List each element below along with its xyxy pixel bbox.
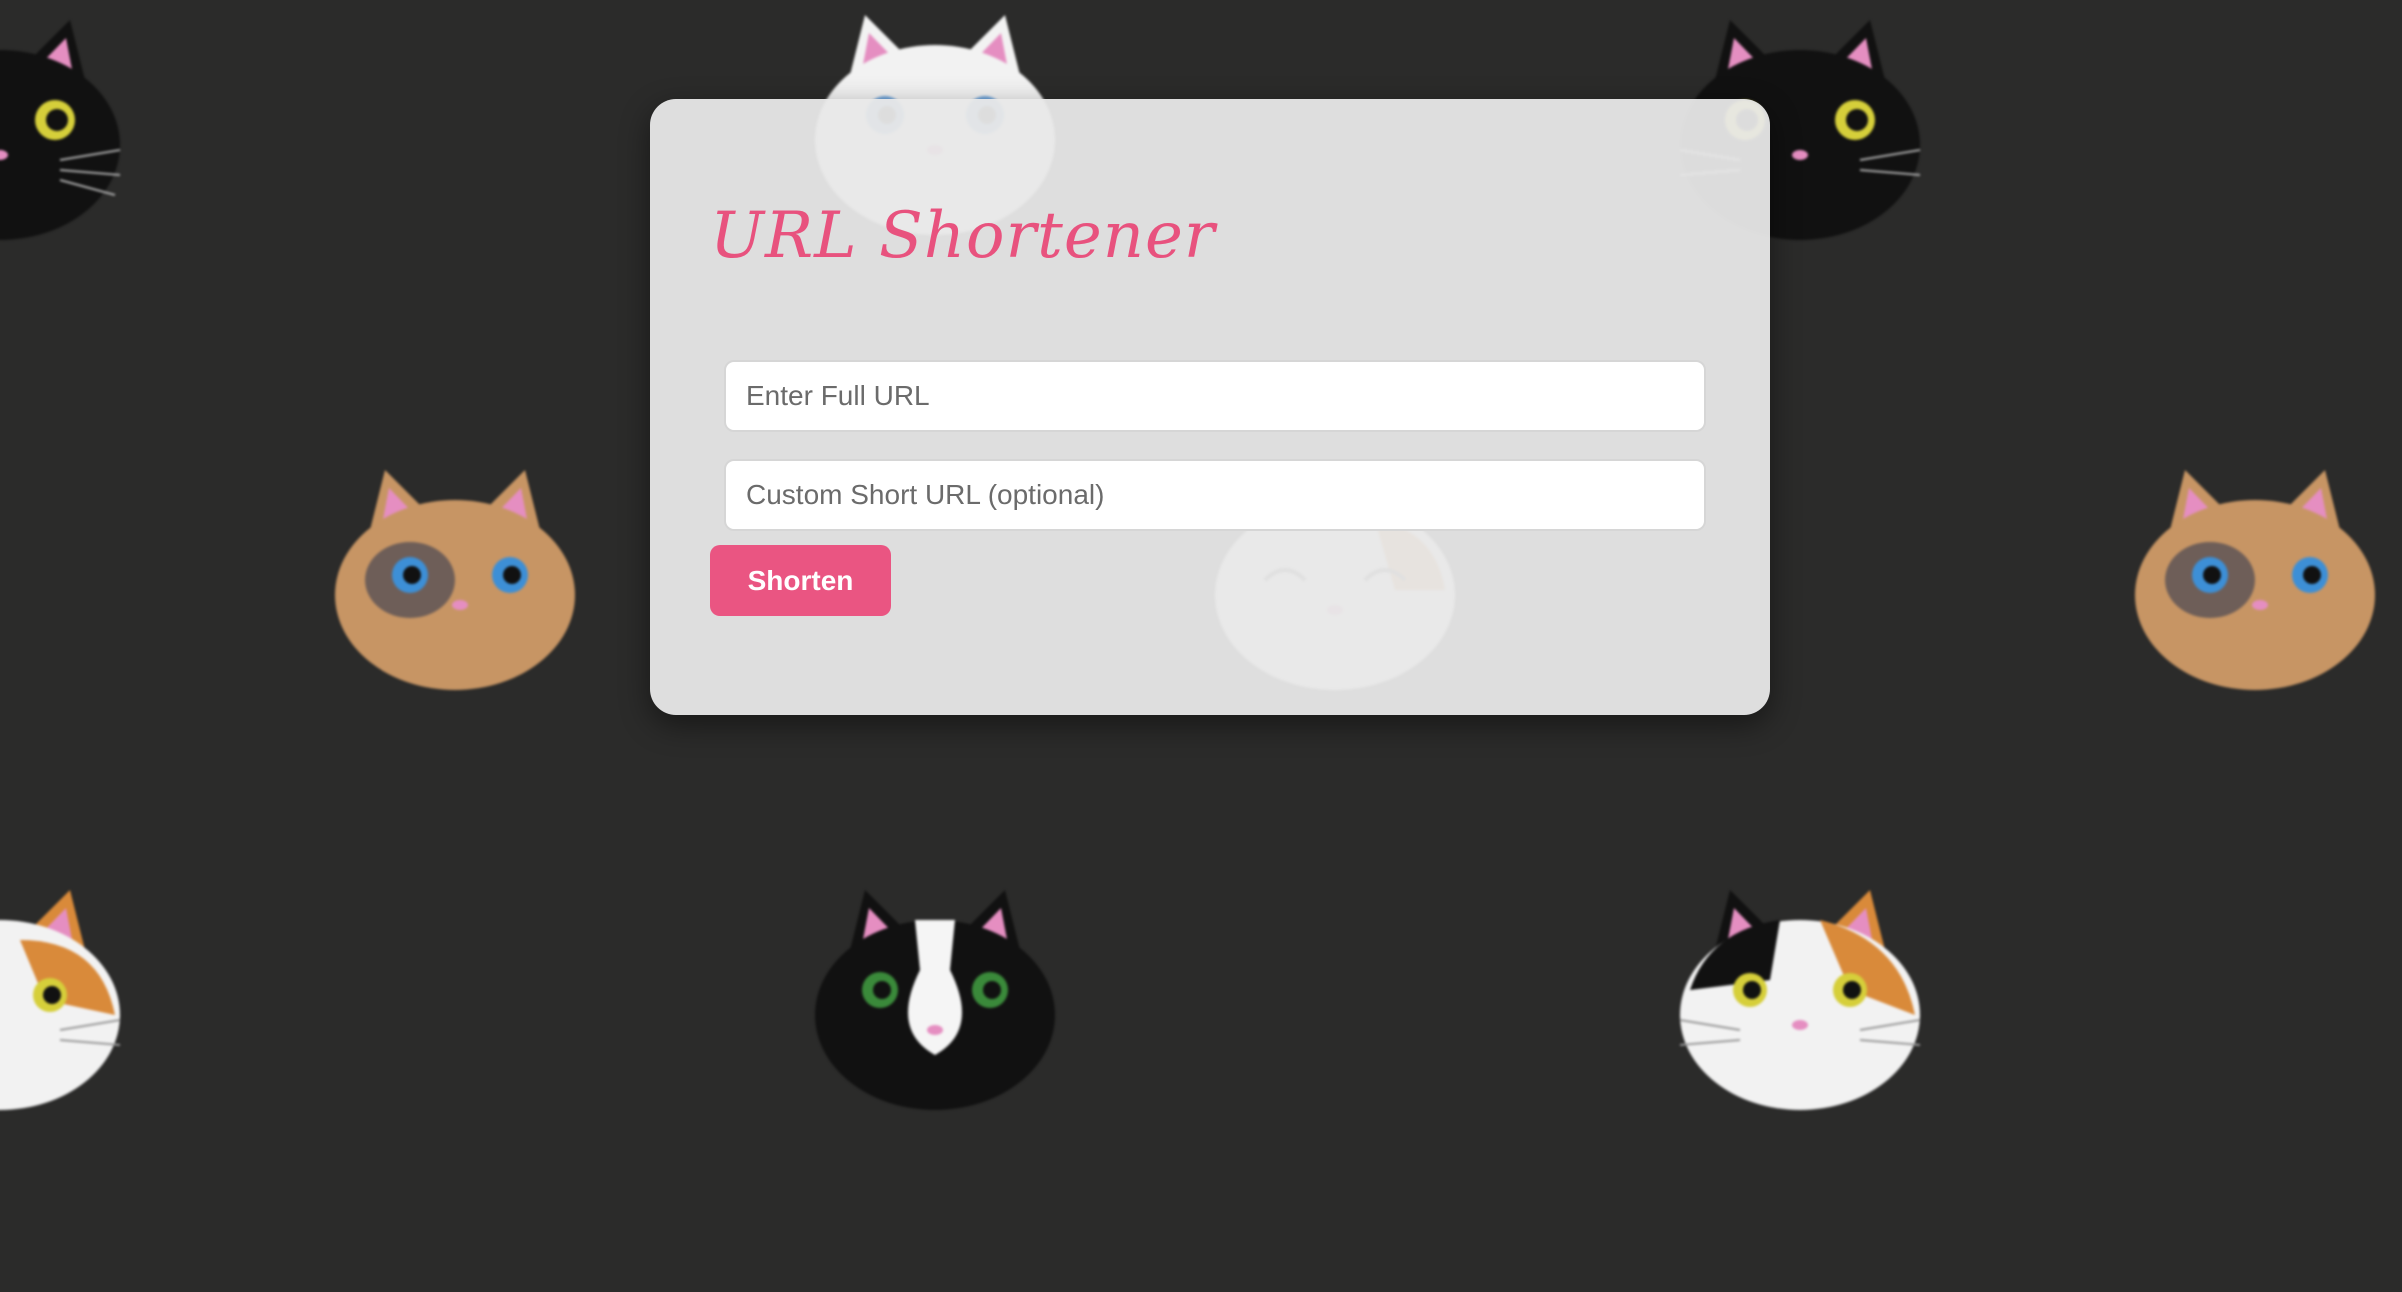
- tabby-cat-head-icon: [2125, 460, 2385, 700]
- calico-cat-head-icon: [0, 880, 130, 1120]
- custom-short-url-input[interactable]: [724, 459, 1706, 531]
- url-shortener-card: URL Shortener Shorten: [650, 99, 1770, 715]
- black-cat-head-icon: [0, 10, 130, 250]
- tuxedo-cat-head-icon: [805, 880, 1065, 1120]
- tabby-cat-head-icon: [325, 460, 585, 700]
- page-title: URL Shortener: [710, 199, 1216, 273]
- calico-cat-head-icon: [1670, 880, 1930, 1120]
- shorten-button[interactable]: Shorten: [710, 545, 891, 616]
- full-url-input[interactable]: [724, 360, 1706, 432]
